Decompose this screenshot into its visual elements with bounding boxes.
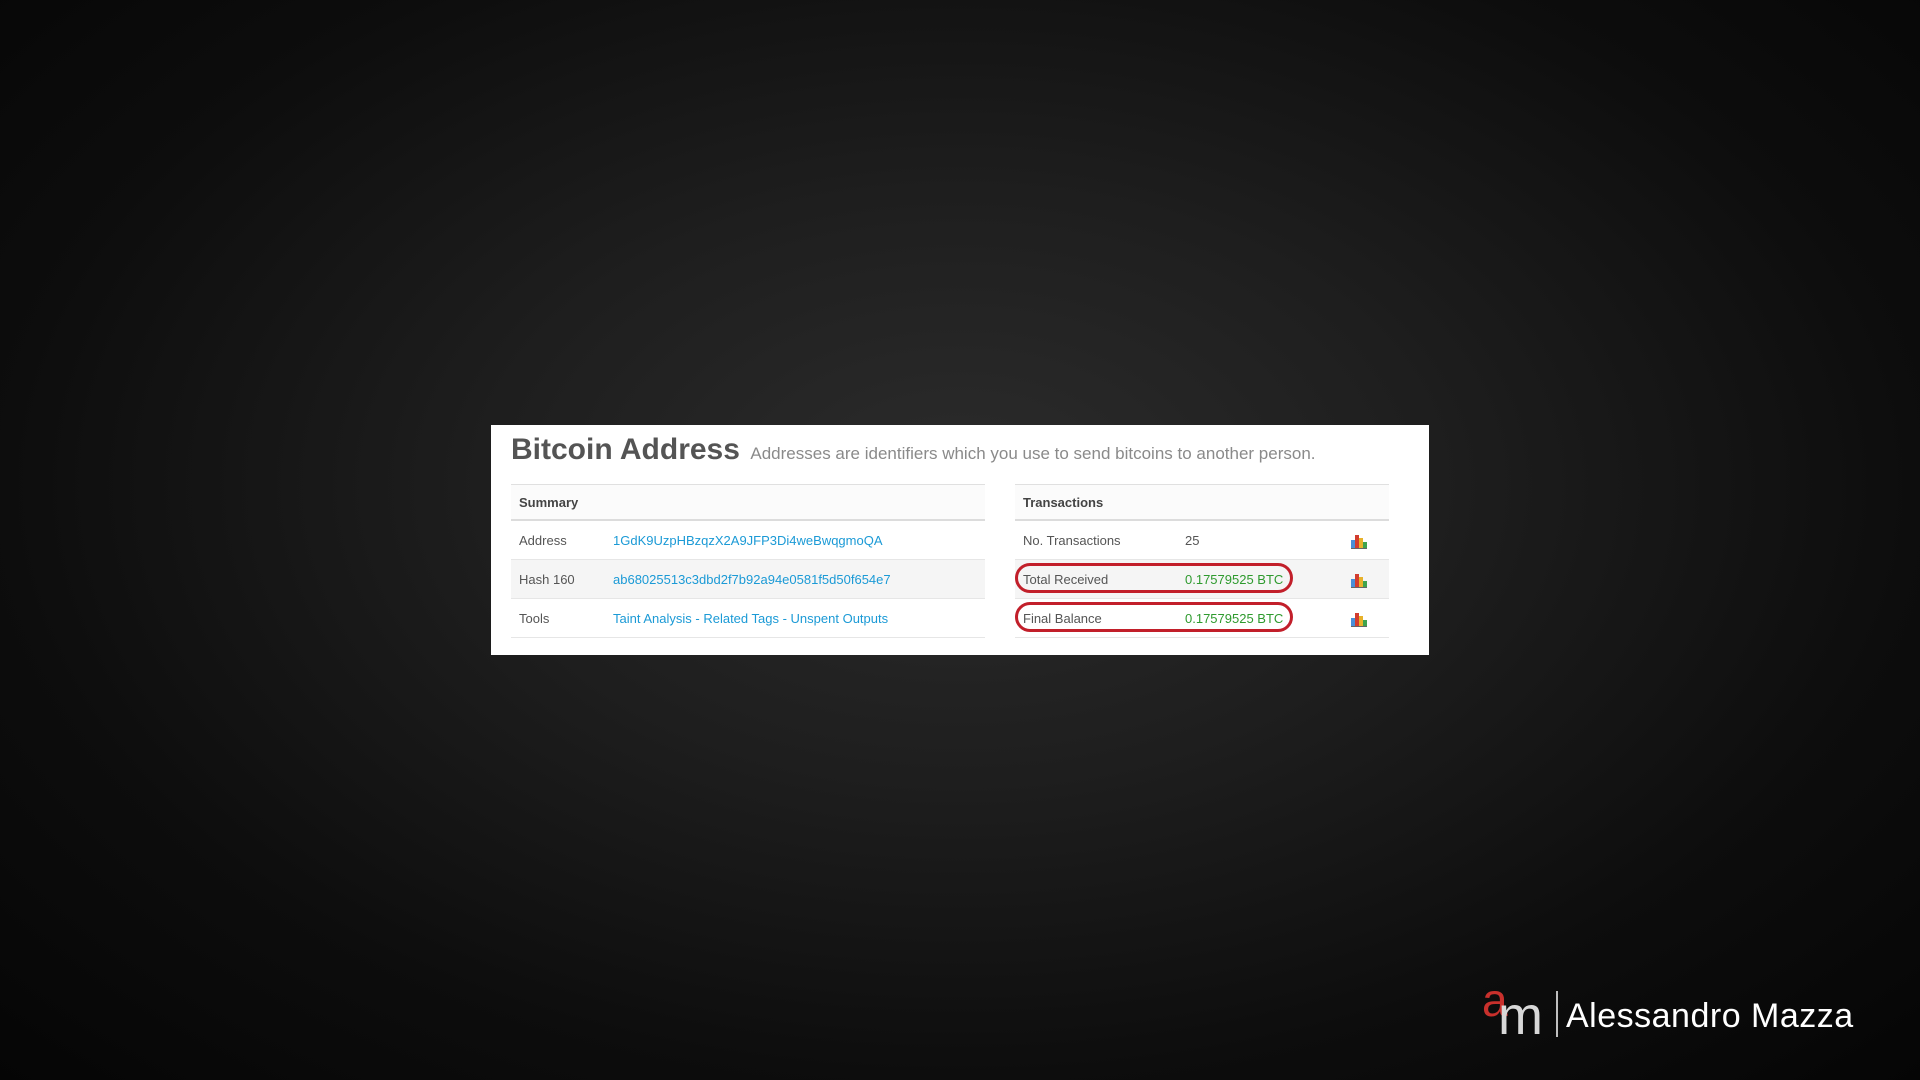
tools-label: Tools	[511, 598, 605, 638]
taint-analysis-link[interactable]: Taint Analysis	[613, 611, 692, 626]
table-row: Final Balance 0.17579525 BTC	[1015, 598, 1389, 638]
table-row: Total Received 0.17579525 BTC	[1015, 559, 1389, 599]
total-received-label-text: Total Received	[1023, 571, 1109, 587]
hash160-link[interactable]: ab68025513c3dbd2f7b92a94e0581f5d50f654e7	[613, 572, 891, 587]
summary-header: Summary	[511, 484, 985, 521]
page-title: Bitcoin Address	[511, 433, 740, 466]
final-balance-label: Final Balance	[1015, 598, 1293, 638]
brand-name: Alessandro Mazza	[1566, 997, 1854, 1035]
total-received-value: 0.17579525 BTC	[1177, 559, 1343, 599]
summary-table: Summary Address 1GdK9UzpHBzqzX2A9JFP3Di4…	[511, 484, 985, 638]
bar-chart-icon[interactable]	[1351, 612, 1367, 627]
link-separator: -	[691, 610, 704, 626]
address-link[interactable]: 1GdK9UzpHBzqzX2A9JFP3Di4weBwqgmoQA	[613, 533, 883, 548]
bitcoin-address-panel: Bitcoin Address Addresses are identifier…	[491, 425, 1429, 655]
table-row: Hash 160 ab68025513c3dbd2f7b92a94e0581f5…	[511, 559, 985, 599]
unspent-outputs-link[interactable]: Unspent Outputs	[791, 611, 889, 626]
transactions-table: Transactions No. Transactions 25 Total R…	[1015, 484, 1389, 638]
logo-letter-m: m	[1498, 986, 1543, 1046]
transactions-header: Transactions	[1015, 484, 1389, 521]
table-row: No. Transactions 25	[1015, 520, 1389, 560]
page-heading: Bitcoin Address Addresses are identifier…	[511, 433, 1316, 467]
no-transactions-value: 25	[1177, 520, 1343, 560]
final-balance-value: 0.17579525 BTC	[1177, 598, 1343, 638]
bar-chart-icon[interactable]	[1351, 573, 1367, 588]
related-tags-link[interactable]: Related Tags	[703, 611, 779, 626]
hash160-label: Hash 160	[511, 559, 605, 599]
no-transactions-label: No. Transactions	[1015, 520, 1177, 560]
tools-links: Taint Analysis - Related Tags - Unspent …	[605, 598, 985, 638]
address-label: Address	[511, 520, 605, 560]
logo-divider	[1556, 991, 1558, 1037]
table-row: Tools Taint Analysis - Related Tags - Un…	[511, 598, 985, 638]
link-separator: -	[778, 610, 791, 626]
am-logo-icon: a m	[1482, 974, 1562, 1046]
final-balance-label-text: Final Balance	[1023, 610, 1102, 626]
total-received-label: Total Received	[1015, 559, 1293, 599]
page-subtitle: Addresses are identifiers which you use …	[750, 444, 1316, 463]
table-row: Address 1GdK9UzpHBzqzX2A9JFP3Di4weBwqgmo…	[511, 520, 985, 560]
bar-chart-icon[interactable]	[1351, 534, 1367, 549]
